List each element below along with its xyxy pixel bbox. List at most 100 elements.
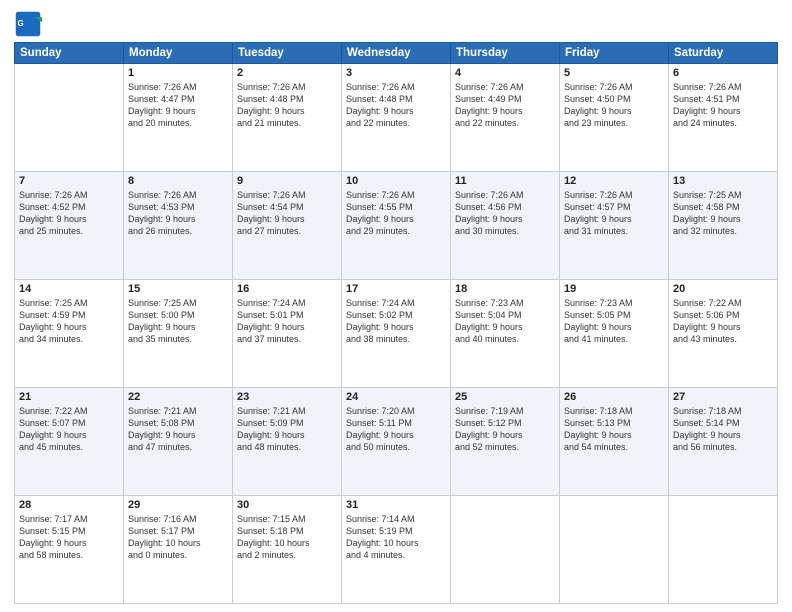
day-header-friday: Friday xyxy=(560,43,669,64)
day-number: 28 xyxy=(19,499,119,511)
day-cell: 8 Sunrise: 7:26 AMSunset: 4:53 PMDaylight… xyxy=(124,172,233,280)
cell-line: Sunrise: 7:18 AM xyxy=(673,405,773,417)
cell-line: Daylight: 9 hours xyxy=(19,321,119,333)
day-cell: 13Sunrise: 7:25 AMSunset: 4:58 PMDayligh… xyxy=(669,172,778,280)
day-header-monday: Monday xyxy=(124,43,233,64)
day-cell xyxy=(669,496,778,604)
cell-line: and 23 minutes. xyxy=(564,117,664,129)
day-cell: 21Sunrise: 7:22 AMSunset: 5:07 PMDayligh… xyxy=(15,388,124,496)
cell-line: and 35 minutes. xyxy=(128,333,228,345)
cell-line: Sunset: 5:06 PM xyxy=(673,309,773,321)
cell-line: Daylight: 9 hours xyxy=(455,213,555,225)
calendar-page: G SundayMondayTuesdayWednesdayThursdayFr… xyxy=(0,0,792,612)
week-row-1: 1Sunrise: 7:26 AMSunset: 4:47 PMDaylight… xyxy=(15,64,778,172)
day-header-row: SundayMondayTuesdayWednesdayThursdayFrid… xyxy=(15,43,778,64)
week-row-2: 7Sunrise: 7:26 AMSunset: 4:52 PMDaylight… xyxy=(15,172,778,280)
day-cell xyxy=(451,496,560,604)
cell-line: Sunset: 4:58 PM xyxy=(673,201,773,213)
cell-line: Daylight: 9 hours xyxy=(237,213,337,225)
cell-line: Sunrise: 7:24 AM xyxy=(346,297,446,309)
week-row-5: 28Sunrise: 7:17 AMSunset: 5:15 PMDayligh… xyxy=(15,496,778,604)
cell-line: and 37 minutes. xyxy=(237,333,337,345)
cell-line: Sunset: 4:55 PM xyxy=(346,201,446,213)
cell-line: and 29 minutes. xyxy=(346,225,446,237)
cell-line: and 54 minutes. xyxy=(564,441,664,453)
day-cell: 22Sunrise: 7:21 AMSunset: 5:08 PMDayligh… xyxy=(124,388,233,496)
cell-line: and 22 minutes. xyxy=(346,117,446,129)
cell-line: and 50 minutes. xyxy=(346,441,446,453)
logo: G xyxy=(14,10,46,38)
day-cell: 23Sunrise: 7:21 AMSunset: 5:09 PMDayligh… xyxy=(233,388,342,496)
day-cell: 2Sunrise: 7:26 AMSunset: 4:48 PMDaylight… xyxy=(233,64,342,172)
cell-line: and 25 minutes. xyxy=(19,225,119,237)
cell-line: Daylight: 9 hours xyxy=(19,537,119,549)
day-number: 29 xyxy=(128,499,228,511)
day-cell: 16Sunrise: 7:24 AMSunset: 5:01 PMDayligh… xyxy=(233,280,342,388)
day-number: 2 xyxy=(237,67,337,79)
cell-line: and 27 minutes. xyxy=(237,225,337,237)
cell-line: Daylight: 9 hours xyxy=(673,321,773,333)
day-number: 20 xyxy=(673,283,773,295)
cell-line: and 30 minutes. xyxy=(455,225,555,237)
cell-line: Sunset: 4:53 PM xyxy=(128,201,228,213)
cell-line: Daylight: 9 hours xyxy=(673,429,773,441)
cell-line: and 38 minutes. xyxy=(346,333,446,345)
day-number: 12 xyxy=(564,175,664,187)
header: G xyxy=(14,10,778,38)
day-number: 24 xyxy=(346,391,446,403)
day-number: 14 xyxy=(19,283,119,295)
cell-line: Sunrise: 7:23 AM xyxy=(455,297,555,309)
cell-line: Sunrise: 7:26 AM xyxy=(673,81,773,93)
cell-line: Sunrise: 7:26 AM xyxy=(564,189,664,201)
cell-line: Daylight: 9 hours xyxy=(19,429,119,441)
cell-line: and 58 minutes. xyxy=(19,549,119,561)
cell-line: Daylight: 9 hours xyxy=(346,213,446,225)
cell-line: Daylight: 9 hours xyxy=(673,105,773,117)
cell-line: Sunset: 5:17 PM xyxy=(128,525,228,537)
day-number: 17 xyxy=(346,283,446,295)
week-row-3: 14Sunrise: 7:25 AMSunset: 4:59 PMDayligh… xyxy=(15,280,778,388)
cell-line: and 45 minutes. xyxy=(19,441,119,453)
cell-line: Daylight: 9 hours xyxy=(455,105,555,117)
day-cell: 18Sunrise: 7:23 AMSunset: 5:04 PMDayligh… xyxy=(451,280,560,388)
cell-line: Sunrise: 7:20 AM xyxy=(346,405,446,417)
cell-line: and 43 minutes. xyxy=(673,333,773,345)
cell-line: Sunset: 5:08 PM xyxy=(128,417,228,429)
cell-line: Sunrise: 7:21 AM xyxy=(128,405,228,417)
cell-line: Sunrise: 7:25 AM xyxy=(19,297,119,309)
cell-line: Sunrise: 7:17 AM xyxy=(19,513,119,525)
day-number: 7 xyxy=(19,175,119,187)
cell-line: and 56 minutes. xyxy=(673,441,773,453)
cell-line: Sunrise: 7:26 AM xyxy=(564,81,664,93)
cell-line: Sunrise: 7:26 AM xyxy=(128,189,228,201)
day-number: 30 xyxy=(237,499,337,511)
cell-line: Sunset: 5:11 PM xyxy=(346,417,446,429)
day-number: 5 xyxy=(564,67,664,79)
cell-line: Daylight: 9 hours xyxy=(673,213,773,225)
cell-line: Sunset: 5:02 PM xyxy=(346,309,446,321)
cell-line: Sunset: 4:57 PM xyxy=(564,201,664,213)
cell-line: and 22 minutes. xyxy=(455,117,555,129)
day-cell: 20Sunrise: 7:22 AMSunset: 5:06 PMDayligh… xyxy=(669,280,778,388)
cell-line: Sunset: 5:05 PM xyxy=(564,309,664,321)
cell-line: Sunrise: 7:26 AM xyxy=(19,189,119,201)
cell-line: and 4 minutes. xyxy=(346,549,446,561)
cell-line: Sunrise: 7:25 AM xyxy=(128,297,228,309)
cell-line: Sunrise: 7:18 AM xyxy=(564,405,664,417)
cell-line: Daylight: 9 hours xyxy=(128,213,228,225)
cell-line: and 41 minutes. xyxy=(564,333,664,345)
day-number: 18 xyxy=(455,283,555,295)
cell-line: Sunset: 4:49 PM xyxy=(455,93,555,105)
cell-line: Sunset: 5:19 PM xyxy=(346,525,446,537)
day-cell: 27Sunrise: 7:18 AMSunset: 5:14 PMDayligh… xyxy=(669,388,778,496)
cell-line: Sunset: 5:00 PM xyxy=(128,309,228,321)
calendar-table: SundayMondayTuesdayWednesdayThursdayFrid… xyxy=(14,42,778,604)
cell-line: and 24 minutes. xyxy=(673,117,773,129)
cell-line: Sunset: 4:52 PM xyxy=(19,201,119,213)
cell-line: and 26 minutes. xyxy=(128,225,228,237)
cell-line: and 21 minutes. xyxy=(237,117,337,129)
day-cell: 17Sunrise: 7:24 AMSunset: 5:02 PMDayligh… xyxy=(342,280,451,388)
day-number: 8 xyxy=(128,175,228,187)
cell-line: Sunrise: 7:25 AM xyxy=(673,189,773,201)
day-header-saturday: Saturday xyxy=(669,43,778,64)
